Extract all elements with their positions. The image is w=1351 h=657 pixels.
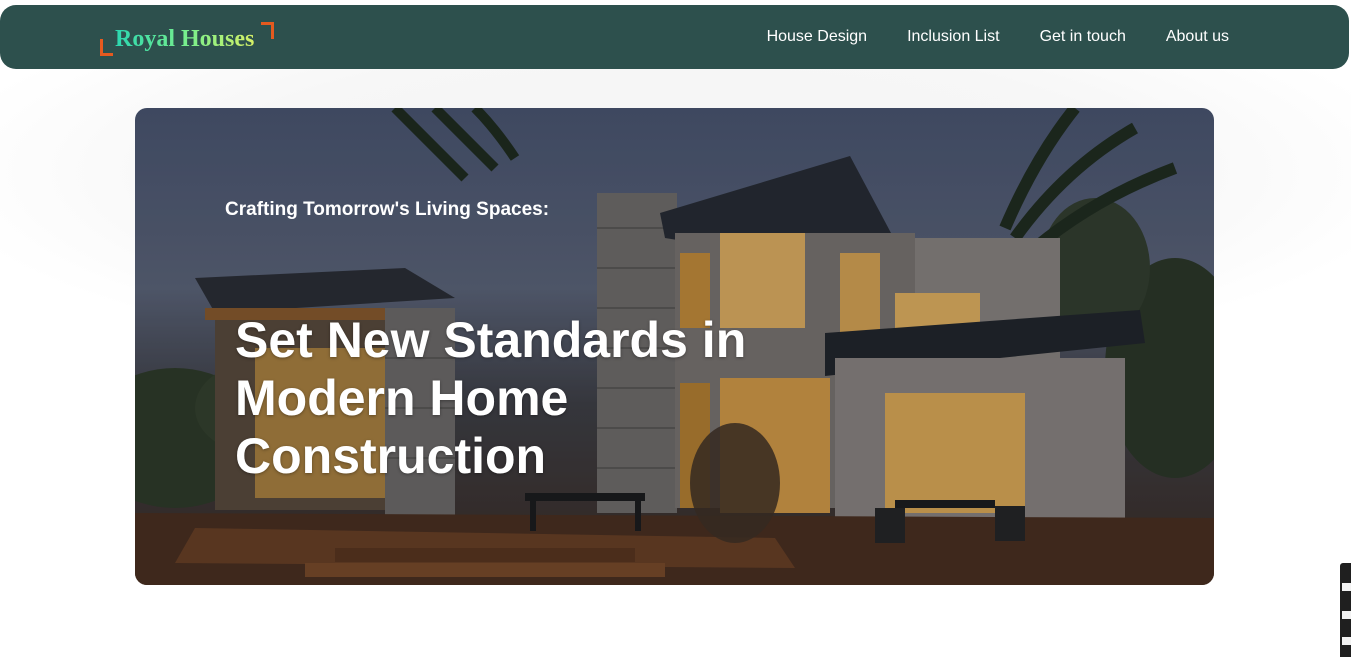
main-nav: House Design Inclusion List Get in touch… — [767, 5, 1229, 69]
hero-banner: Crafting Tomorrow's Living Spaces: Set N… — [135, 108, 1214, 585]
logo-bracket-top-right — [261, 22, 274, 39]
nav-link-house-design[interactable]: House Design — [767, 28, 868, 46]
widget-icon-top[interactable] — [1342, 583, 1351, 591]
widget-icon-middle[interactable] — [1342, 611, 1351, 619]
nav-link-inclusion-list[interactable]: Inclusion List — [907, 28, 1000, 46]
logo-text: Royal Houses — [115, 26, 255, 52]
brand-logo[interactable]: Royal Houses — [100, 22, 276, 57]
nav-link-get-in-touch[interactable]: Get in touch — [1040, 28, 1126, 46]
logo-bracket-bottom-left — [100, 39, 113, 56]
hero-headline: Set New Standards in Modern Home Constru… — [235, 312, 747, 484]
nav-link-about-us[interactable]: About us — [1166, 28, 1229, 46]
widget-icon-bottom[interactable] — [1342, 637, 1351, 645]
edge-toolbar-widget[interactable] — [1340, 563, 1351, 657]
top-navbar: Royal Houses House Design Inclusion List… — [0, 5, 1349, 69]
hero-tagline: Crafting Tomorrow's Living Spaces: — [225, 199, 550, 220]
